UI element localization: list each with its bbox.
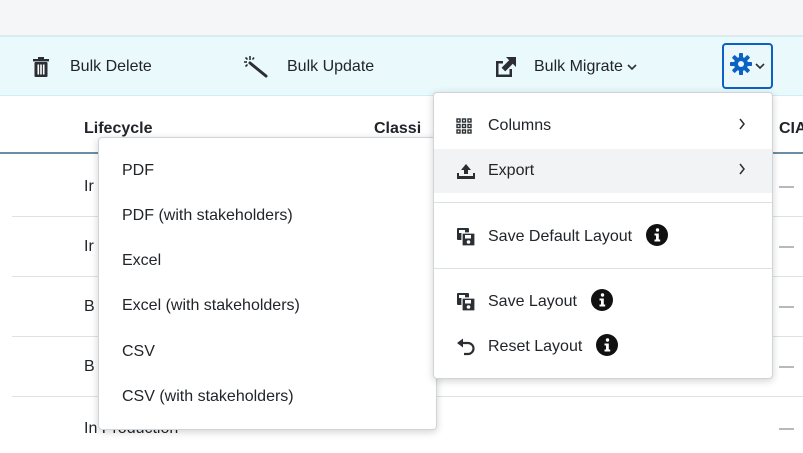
table-cell-cia: — <box>779 298 794 315</box>
bulk-migrate-label: Bulk Migrate <box>534 58 623 75</box>
menu-divider <box>434 268 772 269</box>
export-menu-item[interactable]: Export <box>434 149 772 193</box>
save-copy-icon <box>456 227 478 247</box>
bulk-actions-toolbar: Bulk Delete Bulk Update Bulk Migrate <box>0 36 803 96</box>
export-csv-stakeholders-item[interactable]: CSV (with stakeholders) <box>122 388 294 406</box>
table-cell-cia: — <box>779 238 794 255</box>
trash-icon <box>32 57 50 77</box>
export-submenu: PDF PDF (with stakeholders) Excel Excel … <box>98 137 437 430</box>
export-excel-item[interactable]: Excel <box>122 252 161 270</box>
save-layout-label: Save Layout <box>488 293 577 310</box>
export-pdf-stakeholders-item[interactable]: PDF (with stakeholders) <box>122 207 293 225</box>
save-default-layout-menu-item[interactable]: Save Default Layout <box>434 215 772 259</box>
chevron-down-icon <box>627 63 637 71</box>
export-csv-item[interactable]: CSV <box>122 343 155 361</box>
bulk-update-button[interactable]: Bulk Update <box>244 37 374 97</box>
info-icon[interactable] <box>596 333 619 361</box>
gear-icon <box>730 52 752 80</box>
table-cell-lifecycle: Ir <box>84 178 94 195</box>
settings-menu: Columns Export Save Default Layout Save … <box>433 92 773 379</box>
chevron-right-icon <box>738 117 746 135</box>
table-cell-cia: — <box>779 358 794 375</box>
export-excel-stakeholders-item[interactable]: Excel (with stakeholders) <box>122 297 300 315</box>
bulk-delete-label: Bulk Delete <box>70 58 152 75</box>
export-pdf-item[interactable]: PDF <box>122 162 154 180</box>
columns-label: Columns <box>488 117 552 134</box>
chevron-down-icon <box>755 57 765 75</box>
info-icon[interactable] <box>646 223 669 251</box>
reset-layout-label: Reset Layout <box>488 338 583 355</box>
upload-tray-icon <box>456 163 478 179</box>
table-cell-lifecycle: B <box>84 298 95 315</box>
top-strip <box>0 0 803 36</box>
external-link-icon <box>493 56 517 78</box>
table-cell-lifecycle: Ir <box>84 238 94 255</box>
table-cell-cia: — <box>779 420 794 437</box>
columns-menu-item[interactable]: Columns <box>434 104 772 148</box>
undo-icon <box>456 338 478 356</box>
grid-icon <box>456 118 478 134</box>
chevron-right-icon <box>738 162 746 180</box>
bulk-delete-button[interactable]: Bulk Delete <box>32 37 152 97</box>
magic-wand-icon <box>244 56 270 78</box>
bulk-migrate-button[interactable]: Bulk Migrate <box>493 37 637 97</box>
table-cell-cia: — <box>779 178 794 195</box>
column-header-cia[interactable]: CIA <box>779 120 803 138</box>
column-header-classification[interactable]: Classi <box>374 120 421 138</box>
column-header-lifecycle[interactable]: Lifecycle <box>84 120 152 138</box>
table-cell-lifecycle: B <box>84 358 95 375</box>
settings-gear-button[interactable] <box>722 43 773 89</box>
info-icon[interactable] <box>590 288 613 316</box>
bulk-update-label: Bulk Update <box>287 58 375 75</box>
export-label: Export <box>488 162 535 179</box>
menu-divider <box>434 202 772 203</box>
save-layout-menu-item[interactable]: Save Layout <box>434 280 772 324</box>
reset-layout-menu-item[interactable]: Reset Layout <box>434 325 772 369</box>
save-default-layout-label: Save Default Layout <box>488 228 633 245</box>
save-copy-icon <box>456 292 478 312</box>
